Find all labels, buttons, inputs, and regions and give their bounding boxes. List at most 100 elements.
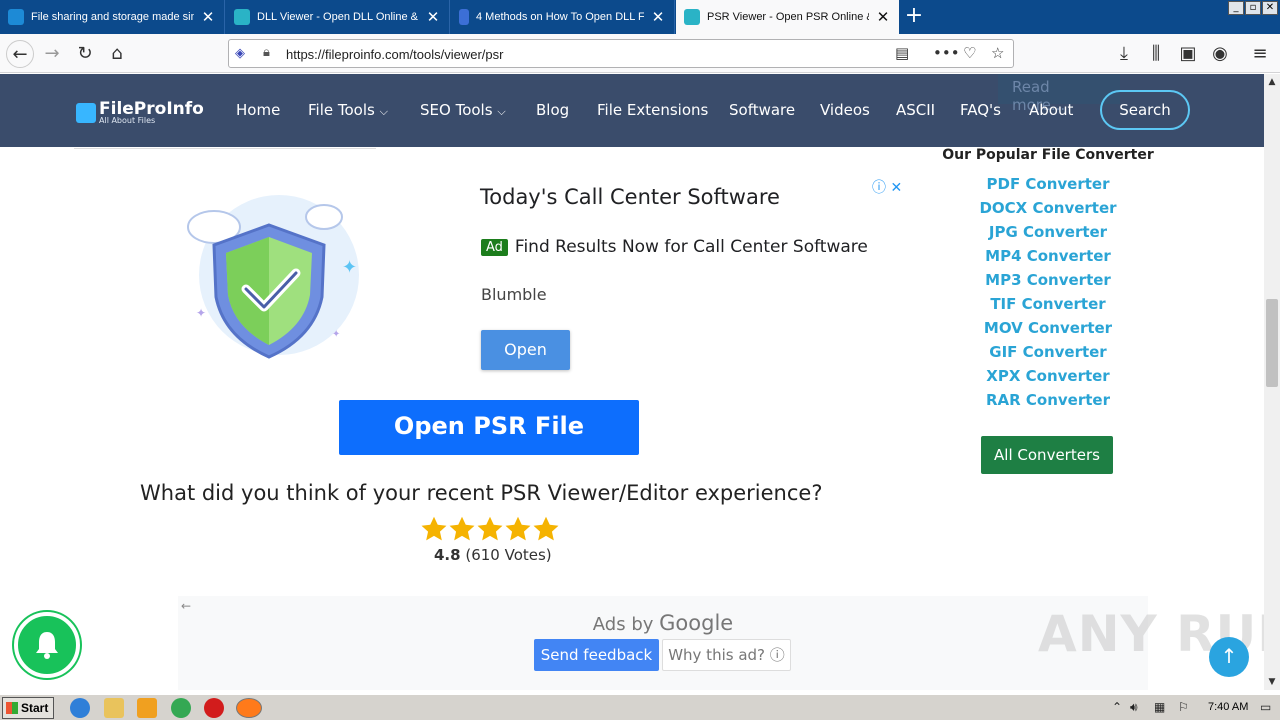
ad-badge: Ad: [481, 238, 508, 256]
scroll-up-arrow-icon[interactable]: ▲: [1264, 74, 1280, 90]
tray-expand-icon[interactable]: ⌃: [1112, 700, 1122, 714]
chrome-icon[interactable]: [171, 698, 191, 718]
page-actions-icon[interactable]: •••: [933, 44, 960, 62]
ad-choices[interactable]: ⓘ ✕: [872, 177, 902, 197]
scroll-to-top-button[interactable]: ↑: [1209, 637, 1249, 677]
menu-icon[interactable]: ≡: [1246, 40, 1274, 68]
converter-link[interactable]: XPX Converter: [935, 367, 1161, 385]
start-button[interactable]: Start: [2, 697, 54, 719]
nav-ascii[interactable]: ASCII: [896, 101, 935, 119]
browser-tab[interactable]: DLL Viewer - Open DLL Online & Fr ✕: [226, 0, 450, 34]
library-icon[interactable]: ⫼: [1142, 40, 1170, 68]
action-center-flag-icon[interactable]: ⚐: [1178, 700, 1189, 714]
converter-link[interactable]: TIF Converter: [935, 295, 1161, 313]
star-icon[interactable]: [420, 515, 448, 543]
page-scrollbar[interactable]: ▲ ▼: [1264, 74, 1280, 690]
why-this-ad-button[interactable]: Why this ad? ⓘ: [662, 639, 791, 671]
bookmark-star-icon[interactable]: ☆: [991, 44, 1004, 62]
nav-file-tools[interactable]: File Tools ⌵: [308, 101, 388, 119]
converter-link[interactable]: RAR Converter: [935, 391, 1161, 409]
clock[interactable]: 7:40 AM: [1208, 701, 1248, 713]
back-icon[interactable]: ←: [6, 40, 34, 68]
sidebar-icon[interactable]: ▣: [1174, 40, 1202, 68]
close-icon[interactable]: ✕: [425, 8, 441, 26]
nav-blog[interactable]: Blog: [536, 101, 569, 119]
network-icon[interactable]: ▦: [1154, 700, 1165, 714]
nav-faqs[interactable]: FAQ's: [960, 101, 1001, 119]
tab-title: DLL Viewer - Open DLL Online & Fr: [257, 11, 419, 23]
pocket-icon[interactable]: ♡: [963, 44, 976, 62]
converter-link[interactable]: JPG Converter: [935, 223, 1161, 241]
home-icon[interactable]: ⌂: [103, 40, 131, 68]
rating-value: 4.8: [434, 546, 461, 564]
converter-link[interactable]: MP4 Converter: [935, 247, 1161, 265]
internet-explorer-icon[interactable]: [70, 698, 90, 718]
nav-seo-tools-label: SEO Tools: [420, 101, 493, 119]
url-text[interactable]: https://fileproinfo.com/tools/viewer/psr: [286, 47, 503, 62]
star-icon[interactable]: [532, 515, 560, 543]
lock-icon[interactable]: 🔒︎: [263, 45, 270, 60]
send-feedback-button[interactable]: Send feedback: [534, 639, 659, 671]
search-button[interactable]: Search: [1100, 90, 1190, 130]
notification-bell-button[interactable]: [14, 612, 80, 678]
account-icon[interactable]: ◉: [1206, 40, 1234, 68]
all-converters-button[interactable]: All Converters: [981, 436, 1113, 474]
opera-icon[interactable]: [204, 698, 224, 718]
ads-by-text: Ads by: [592, 614, 654, 635]
close-window-button[interactable]: ✕: [1262, 1, 1278, 15]
info-icon: ⓘ: [769, 646, 785, 664]
tracking-shield-icon[interactable]: ◈: [235, 46, 249, 62]
media-player-icon[interactable]: [137, 698, 157, 718]
recaptcha-box: [74, 147, 376, 149]
converter-link[interactable]: GIF Converter: [935, 343, 1161, 361]
forward-icon[interactable]: →: [38, 40, 66, 68]
info-icon[interactable]: ⓘ: [872, 180, 886, 196]
converter-link[interactable]: MP3 Converter: [935, 271, 1161, 289]
open-psr-file-button[interactable]: Open PSR File: [339, 400, 639, 455]
ads-by-google-panel: ← Ads by Google Send feedback Why this a…: [178, 596, 1148, 690]
star-icon[interactable]: [504, 515, 532, 543]
nav-home[interactable]: Home: [236, 101, 280, 119]
scroll-down-arrow-icon[interactable]: ▼: [1264, 674, 1280, 690]
file-explorer-icon[interactable]: [104, 698, 124, 718]
new-tab-button[interactable]: +: [900, 4, 928, 30]
nav-file-tools-label: File Tools: [308, 101, 375, 119]
nav-seo-tools[interactable]: SEO Tools ⌵: [420, 101, 506, 119]
tab-favicon-icon: [234, 9, 250, 25]
tab-title: File sharing and storage made simp: [31, 11, 194, 23]
browser-tab-active[interactable]: PSR Viewer - Open PSR Online & Fr ✕: [676, 0, 899, 34]
star-icon[interactable]: [476, 515, 504, 543]
volume-icon[interactable]: 🔊︎: [1130, 700, 1138, 715]
nav-about[interactable]: About: [1029, 101, 1073, 119]
downloads-icon[interactable]: ⤓: [1110, 40, 1138, 68]
nav-file-extensions[interactable]: File Extensions: [597, 101, 708, 119]
ad-title[interactable]: Today's Call Center Software: [480, 185, 780, 209]
ad-banner[interactable]: ✦ ✦ ✦ Today's Call Center Software Ad Fi…: [160, 177, 920, 377]
site-logo[interactable]: FileProInfo All About Files: [76, 101, 204, 125]
reload-icon[interactable]: ↻: [71, 40, 99, 68]
show-desktop-icon[interactable]: ▭: [1260, 700, 1271, 714]
url-bar[interactable]: ◈ 🔒︎ https://fileproinfo.com/tools/viewe…: [228, 39, 1014, 68]
restore-window-button[interactable]: ▫: [1245, 1, 1261, 15]
svg-text:✦: ✦: [196, 306, 206, 320]
reader-view-icon[interactable]: ▤: [895, 44, 909, 62]
close-icon[interactable]: ✕: [650, 8, 666, 26]
ad-open-button[interactable]: Open: [481, 330, 570, 370]
close-ad-icon[interactable]: ✕: [890, 180, 902, 196]
minimize-window-button[interactable]: _: [1228, 1, 1244, 15]
converter-link[interactable]: PDF Converter: [935, 175, 1161, 193]
scrollbar-thumb[interactable]: [1266, 299, 1278, 387]
nav-videos[interactable]: Videos: [820, 101, 870, 119]
ad-description-text: Find Results Now for Call Center Softwar…: [514, 237, 868, 257]
close-icon[interactable]: ✕: [875, 8, 891, 26]
browser-tab[interactable]: 4 Methods on How To Open DLL Fi ✕: [451, 0, 675, 34]
star-icon[interactable]: [448, 515, 476, 543]
converter-link[interactable]: MOV Converter: [935, 319, 1161, 337]
browser-tab[interactable]: File sharing and storage made simp ✕: [0, 0, 225, 34]
rating-stars[interactable]: [420, 515, 560, 543]
ad-description[interactable]: Ad Find Results Now for Call Center Soft…: [481, 237, 868, 257]
close-icon[interactable]: ✕: [200, 8, 216, 26]
converter-link[interactable]: DOCX Converter: [935, 199, 1161, 217]
nav-software[interactable]: Software: [729, 101, 795, 119]
firefox-icon[interactable]: [236, 698, 262, 718]
